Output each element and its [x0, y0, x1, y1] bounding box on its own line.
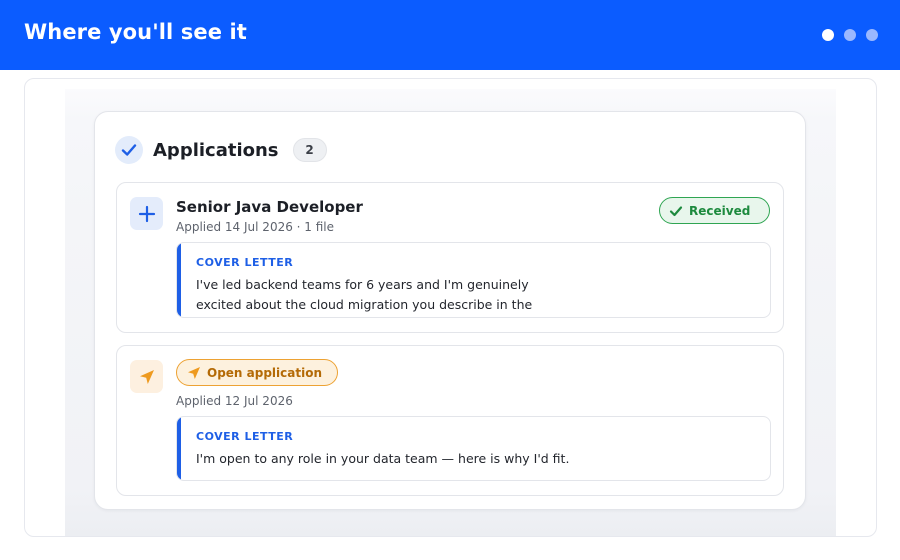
cover-letter-box: COVER LETTER I'm open to any role in you… — [176, 416, 771, 481]
pagination-dot-2[interactable] — [844, 29, 856, 41]
applications-header: Applications 2 — [115, 136, 327, 164]
cover-letter-text: I've led backend teams for 6 years and I… — [196, 277, 533, 312]
cover-letter-label: COVER LETTER — [196, 430, 294, 443]
plus-icon — [130, 197, 163, 230]
application-meta: Applied 12 Jul 2026 — [176, 394, 293, 408]
cover-letter-box: COVER LETTER I've led backend teams for … — [176, 242, 771, 318]
check-icon — [669, 205, 683, 216]
cover-letter-accent — [177, 417, 181, 480]
cover-letter-label: COVER LETTER — [196, 256, 294, 269]
cover-letter-text: I'm open to any role in your data team —… — [196, 451, 570, 466]
status-label: Open application — [207, 365, 323, 380]
applications-check-icon — [115, 136, 143, 164]
applications-count-badge: 2 — [292, 138, 327, 162]
status-badge: Open application — [176, 359, 338, 386]
job-title: Senior Java Developer — [176, 198, 363, 216]
pagination-dot-1[interactable] — [822, 29, 834, 41]
cover-letter-accent — [177, 243, 181, 317]
applications-title: Applications — [153, 139, 279, 161]
status-label: Received — [689, 203, 751, 218]
header-title: Where you'll see it — [24, 20, 247, 44]
application-item[interactable]: Senior Java Developer Applied 14 Jul 202… — [116, 182, 784, 333]
send-icon — [130, 360, 163, 393]
status-badge: Received — [659, 197, 770, 224]
pagination-dots — [822, 29, 878, 41]
header-bar: Where you'll see it — [0, 0, 900, 70]
pagination-dot-3[interactable] — [866, 29, 878, 41]
send-icon — [188, 366, 200, 379]
application-item[interactable]: Open application Applied 12 Jul 2026 COV… — [116, 345, 784, 496]
application-meta: Applied 14 Jul 2026 · 1 file — [176, 220, 335, 234]
applications-card: Applications 2 Senior Java Developer App… — [94, 111, 806, 510]
